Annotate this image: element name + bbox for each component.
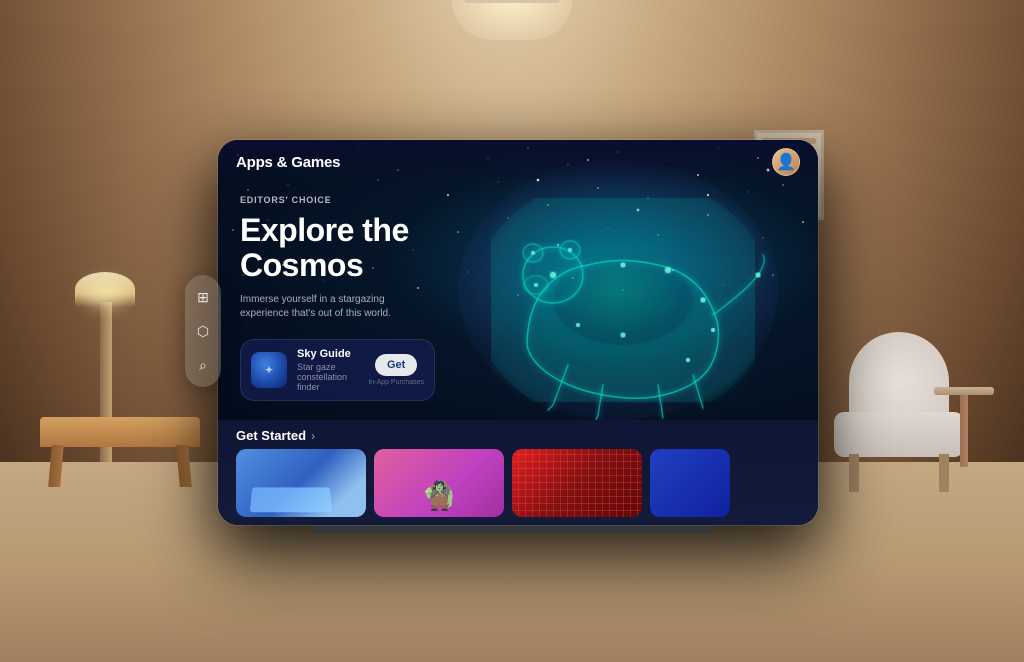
person-icon[interactable]: ⬡ (189, 317, 217, 345)
user-avatar[interactable]: 👤 (772, 148, 800, 176)
hero-title-line2: Cosmos (240, 247, 363, 283)
hero-subtitle: Immerse yourself in a stargazing experie… (240, 293, 410, 321)
get-started-label: Get Started (236, 428, 306, 443)
bench-left (40, 387, 200, 487)
bottom-section: Get Started › (218, 420, 818, 525)
app-info: Sky Guide Star gaze constellation finder (297, 348, 358, 392)
thumbnail-1[interactable] (236, 449, 366, 517)
hero-title-line1: Explore the (240, 212, 409, 248)
table-top (934, 387, 994, 395)
thumbnail-4[interactable] (650, 449, 730, 517)
in-app-text: In-App Purchases (368, 379, 424, 386)
thumbnail-2[interactable] (374, 449, 504, 517)
side-table (934, 387, 994, 467)
table-leg (960, 395, 968, 467)
get-button[interactable]: Get (375, 354, 417, 376)
hero-title: Explore the Cosmos (240, 213, 435, 283)
bench-leg-1 (48, 445, 64, 487)
screen-title: Apps & Games (236, 154, 340, 171)
get-started-bar[interactable]: Get Started › (236, 420, 800, 449)
app-icon-visual (251, 352, 287, 388)
apps-icon[interactable]: ⊞ (189, 283, 217, 311)
bench-seat (40, 417, 200, 447)
app-card: Sky Guide Star gaze constellation finder… (240, 339, 435, 401)
hero-section: EDITORS' CHOICE Explore the Cosmos Immer… (218, 140, 818, 445)
app-icon (251, 352, 287, 388)
app-desc: Star gaze constellation finder (297, 362, 358, 392)
hero-text-block: EDITORS' CHOICE Explore the Cosmos Immer… (240, 195, 435, 401)
app-name: Sky Guide (297, 348, 358, 360)
bear-constellation (448, 170, 788, 420)
screen-header: Apps & Games 👤 (218, 140, 818, 184)
editors-choice-badge: EDITORS' CHOICE (240, 195, 435, 205)
main-screen: Apps & Games 👤 (218, 140, 818, 525)
thumbnail-3[interactable] (512, 449, 642, 517)
bench-leg-2 (176, 445, 192, 487)
chevron-right-icon: › (311, 429, 315, 443)
sidebar-panel: ⊞ ⬡ ⌕ (185, 275, 221, 387)
app-thumbnails (236, 449, 800, 517)
search-icon[interactable]: ⌕ (189, 351, 217, 379)
avatar-img: 👤 (776, 152, 796, 172)
